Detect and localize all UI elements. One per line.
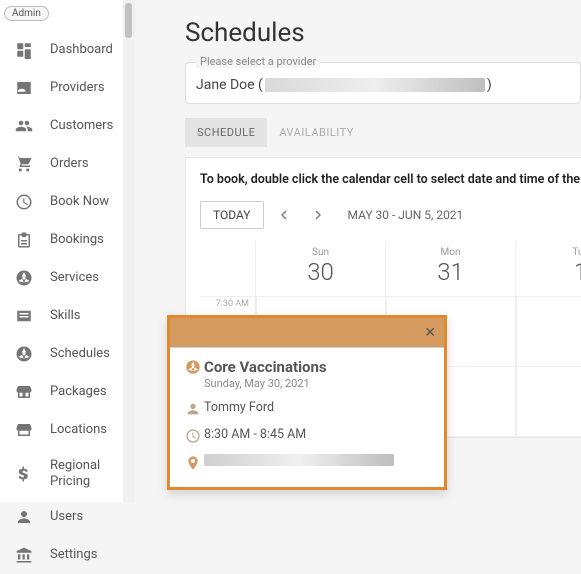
sidebar-item-skills[interactable]: Skills — [0, 297, 134, 335]
calendar-cell[interactable] — [516, 297, 581, 367]
sidebar-item-locations[interactable]: Locations — [0, 411, 134, 449]
day-header[interactable]: Mon 31 — [385, 241, 515, 296]
cart-icon — [14, 154, 34, 174]
tab-schedule[interactable]: SCHEDULE — [185, 118, 267, 147]
page-title: Schedules — [185, 18, 581, 48]
day-of-week: Tue — [516, 247, 581, 258]
day-of-month: 30 — [256, 258, 385, 286]
calendar-cell[interactable] — [516, 367, 581, 437]
prev-week-button[interactable] — [270, 201, 298, 229]
clipboard-icon — [14, 230, 34, 250]
person-icon — [14, 507, 34, 527]
nav-label: Regional Pricing — [50, 458, 134, 489]
nav-label: Customers — [50, 118, 113, 134]
sidebar-item-orders[interactable]: Orders — [0, 145, 134, 183]
radiation-icon — [14, 268, 34, 288]
sidebar-item-customers[interactable]: Customers — [0, 107, 134, 145]
people-icon — [14, 116, 34, 136]
sidebar-item-settings[interactable]: Settings — [0, 536, 134, 574]
date-range-label: MAY 30 - JUN 5, 2021 — [348, 208, 464, 222]
provider-name-prefix: Jane Doe ( — [196, 77, 263, 93]
calendar-hint: To book, double click the calendar cell … — [200, 172, 581, 187]
today-button[interactable]: TODAY — [200, 201, 264, 229]
id-card-icon — [14, 78, 34, 98]
day-header[interactable]: Tue 1 — [515, 241, 581, 296]
sidebar-item-packages[interactable]: Packages — [0, 373, 134, 411]
popover-customer: Tommy Ford — [204, 400, 274, 415]
store-icon — [14, 382, 34, 402]
nav-label: Providers — [50, 80, 105, 96]
sidebar-item-providers[interactable]: Providers — [0, 69, 134, 107]
nav-label: Services — [50, 270, 99, 286]
day-of-week: Sun — [256, 247, 385, 258]
sidebar-item-schedules[interactable]: Schedules — [0, 335, 134, 373]
location-pin-icon — [182, 455, 204, 471]
nav-label: Orders — [50, 156, 89, 172]
tabs: SCHEDULE AVAILABILITY — [185, 118, 581, 147]
tab-availability[interactable]: AVAILABILITY — [267, 118, 366, 147]
booking-popover: ✕ Core Vaccinations Sunday, May 30, 2021… — [167, 315, 447, 490]
nav-label: Locations — [50, 422, 107, 438]
popover-subtitle: Sunday, May 30, 2021 — [204, 377, 327, 390]
sidebar-item-book-now[interactable]: Book Now — [0, 183, 134, 221]
popover-header: ✕ — [170, 318, 444, 348]
nav-label: Schedules — [50, 346, 110, 362]
clock-icon — [14, 192, 34, 212]
provider-legend: Please select a provider — [196, 55, 320, 68]
nav-list: Dashboard Providers Customers Orders Boo… — [0, 31, 134, 574]
day-header[interactable]: Sun 30 — [255, 241, 385, 296]
provider-name: Jane Doe ( ) — [196, 77, 570, 93]
popover-time: 8:30 AM - 8:45 AM — [204, 427, 306, 442]
sidebar-scrollbar[interactable] — [123, 0, 135, 502]
bank-icon — [14, 545, 34, 565]
nav-label: Users — [50, 509, 83, 525]
nav-label: Book Now — [50, 194, 109, 210]
popover-title: Core Vaccinations — [204, 358, 327, 376]
nav-label: Settings — [50, 547, 97, 563]
nav-label: Dashboard — [50, 42, 113, 58]
nav-label: Packages — [50, 384, 107, 400]
scrollbar-thumb[interactable] — [125, 3, 132, 38]
redacted-text — [265, 78, 485, 92]
day-of-month: 1 — [516, 258, 581, 286]
sidebar-item-services[interactable]: Services — [0, 259, 134, 297]
sidebar-item-regional-pricing[interactable]: Regional Pricing — [0, 449, 134, 498]
admin-badge: Admin — [4, 6, 49, 21]
provider-select[interactable]: Please select a provider Jane Doe ( ) — [185, 62, 581, 104]
radiation-icon — [14, 344, 34, 364]
next-week-button[interactable] — [304, 201, 332, 229]
list-box-icon — [14, 306, 34, 326]
sidebar-item-users[interactable]: Users — [0, 498, 134, 536]
nav-label: Skills — [50, 308, 81, 324]
nav-label: Bookings — [50, 232, 104, 248]
dollar-icon — [14, 464, 34, 484]
calendar-toolbar: TODAY MAY 30 - JUN 5, 2021 — [200, 201, 581, 229]
day-of-week: Mon — [386, 247, 515, 258]
sidebar-item-dashboard[interactable]: Dashboard — [0, 31, 134, 69]
sidebar-item-bookings[interactable]: Bookings — [0, 221, 134, 259]
provider-name-suffix: ) — [487, 77, 492, 93]
store-icon — [14, 420, 34, 440]
sidebar: Admin Dashboard Providers Customers Orde… — [0, 0, 135, 502]
close-icon[interactable]: ✕ — [424, 325, 436, 341]
person-icon — [182, 401, 204, 417]
redacted-text — [204, 454, 394, 466]
clock-icon — [182, 428, 204, 444]
day-of-month: 31 — [386, 258, 515, 286]
dashboard-icon — [14, 40, 34, 60]
radiation-icon — [182, 359, 204, 375]
